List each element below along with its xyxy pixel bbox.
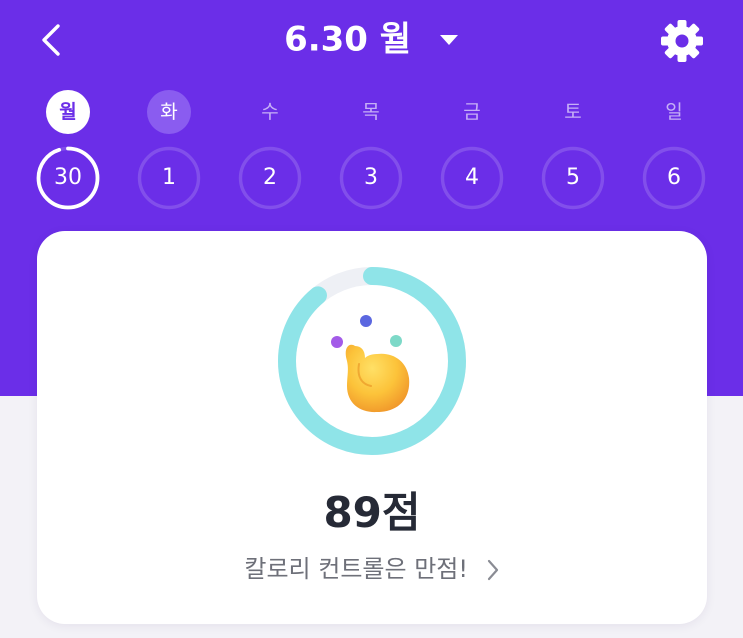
- date-circle[interactable]: 6: [642, 146, 706, 210]
- score-ring: [278, 267, 466, 455]
- date-number: 30: [54, 165, 82, 190]
- settings-button[interactable]: [658, 17, 706, 65]
- weekday-label[interactable]: 수: [248, 90, 292, 134]
- weekday-label[interactable]: 화: [147, 90, 191, 134]
- weekday-label[interactable]: 일: [652, 90, 696, 134]
- date-number: 5: [566, 165, 580, 190]
- weekday-label[interactable]: 토: [551, 90, 595, 134]
- weekday-label[interactable]: 월: [46, 90, 90, 134]
- date-circle[interactable]: 4: [440, 146, 504, 210]
- date-circle[interactable]: 30: [36, 146, 100, 210]
- thumbs-up-mascot-icon: [331, 315, 410, 413]
- date-number: 3: [364, 165, 378, 190]
- date-number: 2: [263, 165, 277, 190]
- date-selector[interactable]: 6.30 월: [0, 16, 743, 62]
- date-circle[interactable]: 2: [238, 146, 302, 210]
- top-bar: 6.30 월: [0, 0, 743, 80]
- weekday-label[interactable]: 금: [450, 90, 494, 134]
- chevron-right-icon: [487, 559, 498, 581]
- score-value: 89점: [323, 488, 421, 537]
- date-circle[interactable]: 3: [339, 146, 403, 210]
- date-circle[interactable]: 1: [137, 146, 201, 210]
- date-circle[interactable]: 5: [541, 146, 605, 210]
- gear-icon: [661, 20, 703, 62]
- date-row: 30 1 2 3 4 5 6: [0, 146, 743, 210]
- score-card[interactable]: 89점 칼로리 컨트롤은 만점!: [37, 231, 707, 624]
- date-number: 4: [465, 165, 479, 190]
- weekday-label[interactable]: 목: [349, 90, 393, 134]
- date-number: 1: [162, 165, 176, 190]
- caret-down-icon: [439, 34, 458, 45]
- date-number: 6: [667, 165, 681, 190]
- score-message-link[interactable]: 칼로리 컨트롤은 만점!: [37, 551, 707, 587]
- score-message-text: 칼로리 컨트롤은 만점!: [244, 555, 468, 583]
- weekday-row: 월화수목금토일: [0, 90, 743, 134]
- date-title-text: 6.30 월: [284, 19, 412, 60]
